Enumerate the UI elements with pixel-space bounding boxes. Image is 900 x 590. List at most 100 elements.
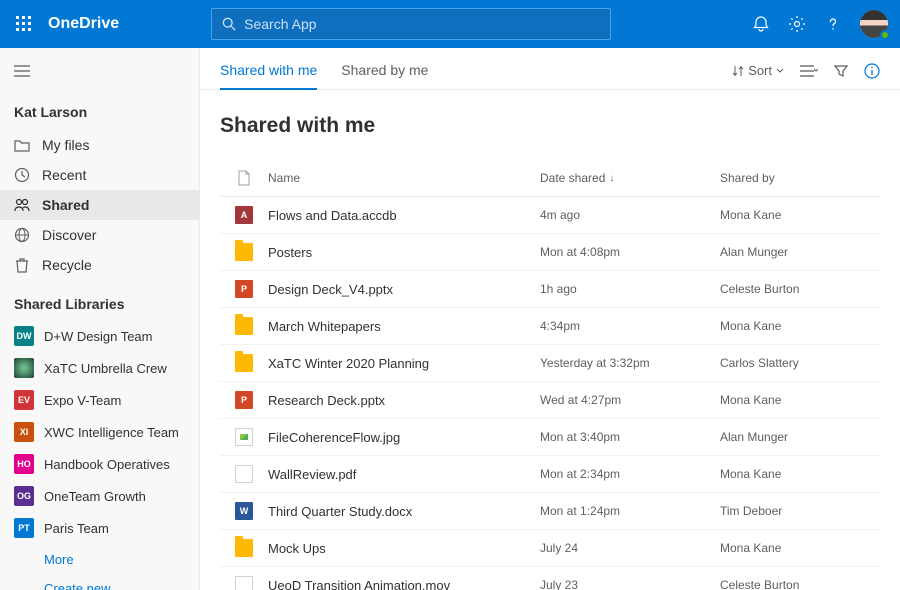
file-name: Posters [268, 245, 540, 260]
table-row[interactable]: XaTC Winter 2020 PlanningYesterday at 3:… [220, 345, 880, 382]
library-label: OneTeam Growth [44, 489, 146, 504]
file-icon-cell: A [220, 206, 268, 224]
file-name: Mock Ups [268, 541, 540, 556]
file-shared-by: Mona Kane [720, 541, 880, 555]
sidebar-create-link[interactable]: Create new [0, 573, 199, 590]
table-row[interactable]: WThird Quarter Study.docxMon at 1:24pmTi… [220, 493, 880, 530]
table-row[interactable]: March Whitepapers4:34pmMona Kane [220, 308, 880, 345]
nav-item-discover[interactable]: Discover [0, 220, 199, 250]
sidebar: Kat Larson My files Recent Shared Discover R… [0, 48, 200, 590]
file-shared-by: Mona Kane [720, 319, 880, 333]
file-icon-cell [220, 465, 268, 483]
file-shared-by: Mona Kane [720, 208, 880, 222]
view-options-button[interactable] [800, 64, 818, 78]
app-title: OneDrive [48, 15, 119, 33]
file-name: UeoD Transition Animation.mov [268, 578, 540, 590]
col-header-name[interactable]: Name [268, 171, 540, 185]
file-shared-by: Mona Kane [720, 467, 880, 481]
library-badge: DW [14, 326, 34, 346]
file-icon-cell [220, 354, 268, 372]
chevron-down-icon [776, 67, 784, 75]
library-item[interactable]: DW D+W Design Team [0, 320, 199, 352]
nav-label: Recycle [42, 257, 92, 273]
nav-label: Shared [42, 197, 89, 213]
file-type-icon: A [235, 206, 253, 224]
search-icon [222, 17, 236, 31]
nav-label: My files [42, 137, 89, 153]
table-row[interactable]: Mock UpsJuly 24Mona Kane [220, 530, 880, 567]
file-name: March Whitepapers [268, 319, 540, 334]
file-type-icon [235, 428, 253, 446]
library-badge: PT [14, 518, 34, 538]
library-badge: OG [14, 486, 34, 506]
content: Shared with me Name Date shared ↓ Shared… [200, 90, 900, 590]
tab-shared-by-me[interactable]: Shared by me [341, 58, 428, 90]
tab-shared-with-me[interactable]: Shared with me [220, 58, 317, 90]
file-name: Flows and Data.accdb [268, 208, 540, 223]
sort-button[interactable]: Sort [732, 63, 784, 78]
settings-icon[interactable] [788, 15, 806, 33]
file-name: Third Quarter Study.docx [268, 504, 540, 519]
col-header-icon [220, 170, 268, 186]
library-badge [14, 358, 34, 378]
table-row[interactable]: PDesign Deck_V4.pptx1h agoCeleste Burton [220, 271, 880, 308]
table-row[interactable]: PResearch Deck.pptxWed at 4:27pmMona Kan… [220, 382, 880, 419]
folder-outline-icon [14, 137, 30, 153]
sort-icon [732, 65, 744, 77]
hamburger-icon[interactable] [0, 56, 199, 90]
library-item[interactable]: HOHandbook Operatives [0, 448, 199, 480]
library-item[interactable]: EV Expo V-Team [0, 384, 199, 416]
library-item[interactable]: XaTC Umbrella Crew [0, 352, 199, 384]
search-box[interactable] [211, 8, 611, 40]
file-type-icon [235, 539, 253, 557]
file-name: WallReview.pdf [268, 467, 540, 482]
file-date: July 24 [540, 541, 720, 555]
header: OneDrive [0, 0, 900, 48]
file-type-icon [235, 354, 253, 372]
header-right [752, 10, 888, 38]
search-input[interactable] [244, 16, 600, 32]
avatar[interactable] [860, 10, 888, 38]
col-header-shared-by[interactable]: Shared by [720, 171, 880, 185]
nav-item-recycle[interactable]: Recycle [0, 250, 199, 280]
file-name: FileCoherenceFlow.jpg [268, 430, 540, 445]
table-row[interactable]: ▶UeoD Transition Animation.movJuly 23Cel… [220, 567, 880, 590]
nav-item-shared[interactable]: Shared [0, 190, 199, 220]
file-icon-cell [220, 539, 268, 557]
library-label: Paris Team [44, 521, 109, 536]
file-date: 4m ago [540, 208, 720, 222]
library-badge: EV [14, 390, 34, 410]
file-shared-by: Celeste Burton [720, 578, 880, 590]
sidebar-more-link[interactable]: More [0, 544, 199, 573]
library-item[interactable]: PT Paris Team [0, 512, 199, 544]
file-date: 4:34pm [540, 319, 720, 333]
file-shared-by: Alan Munger [720, 245, 880, 259]
table-row[interactable]: WallReview.pdfMon at 2:34pmMona Kane [220, 456, 880, 493]
table-row[interactable]: A Flows and Data.accdb4m agoMona Kane [220, 197, 880, 234]
nav-item-my-files[interactable]: My files [0, 130, 199, 160]
filter-icon[interactable] [834, 64, 848, 78]
file-type-icon: P [235, 280, 253, 298]
sidebar-user-name: Kat Larson [0, 90, 199, 130]
page-title: Shared with me [220, 114, 880, 138]
library-item[interactable]: XIXWC Intelligence Team [0, 416, 199, 448]
library-label: D+W Design Team [44, 329, 153, 344]
file-date: Mon at 1:24pm [540, 504, 720, 518]
nav-label: Recent [42, 167, 86, 183]
help-icon[interactable] [824, 15, 842, 33]
info-icon[interactable] [864, 63, 880, 79]
file-type-icon: P [235, 391, 253, 409]
nav-item-recent[interactable]: Recent [0, 160, 199, 190]
file-name: XaTC Winter 2020 Planning [268, 356, 540, 371]
library-label: Handbook Operatives [44, 457, 170, 472]
table-row[interactable]: PostersMon at 4:08pmAlan Munger [220, 234, 880, 271]
table-row[interactable]: FileCoherenceFlow.jpgMon at 3:40pmAlan M… [220, 419, 880, 456]
col-header-date[interactable]: Date shared ↓ [540, 171, 720, 185]
library-item[interactable]: OG OneTeam Growth [0, 480, 199, 512]
app-launcher-icon[interactable] [12, 12, 36, 36]
notifications-icon[interactable] [752, 15, 770, 33]
file-shared-by: Celeste Burton [720, 282, 880, 296]
library-label: Expo V-Team [44, 393, 121, 408]
toolbar-right: Sort [732, 63, 880, 85]
library-badge: XI [14, 422, 34, 442]
